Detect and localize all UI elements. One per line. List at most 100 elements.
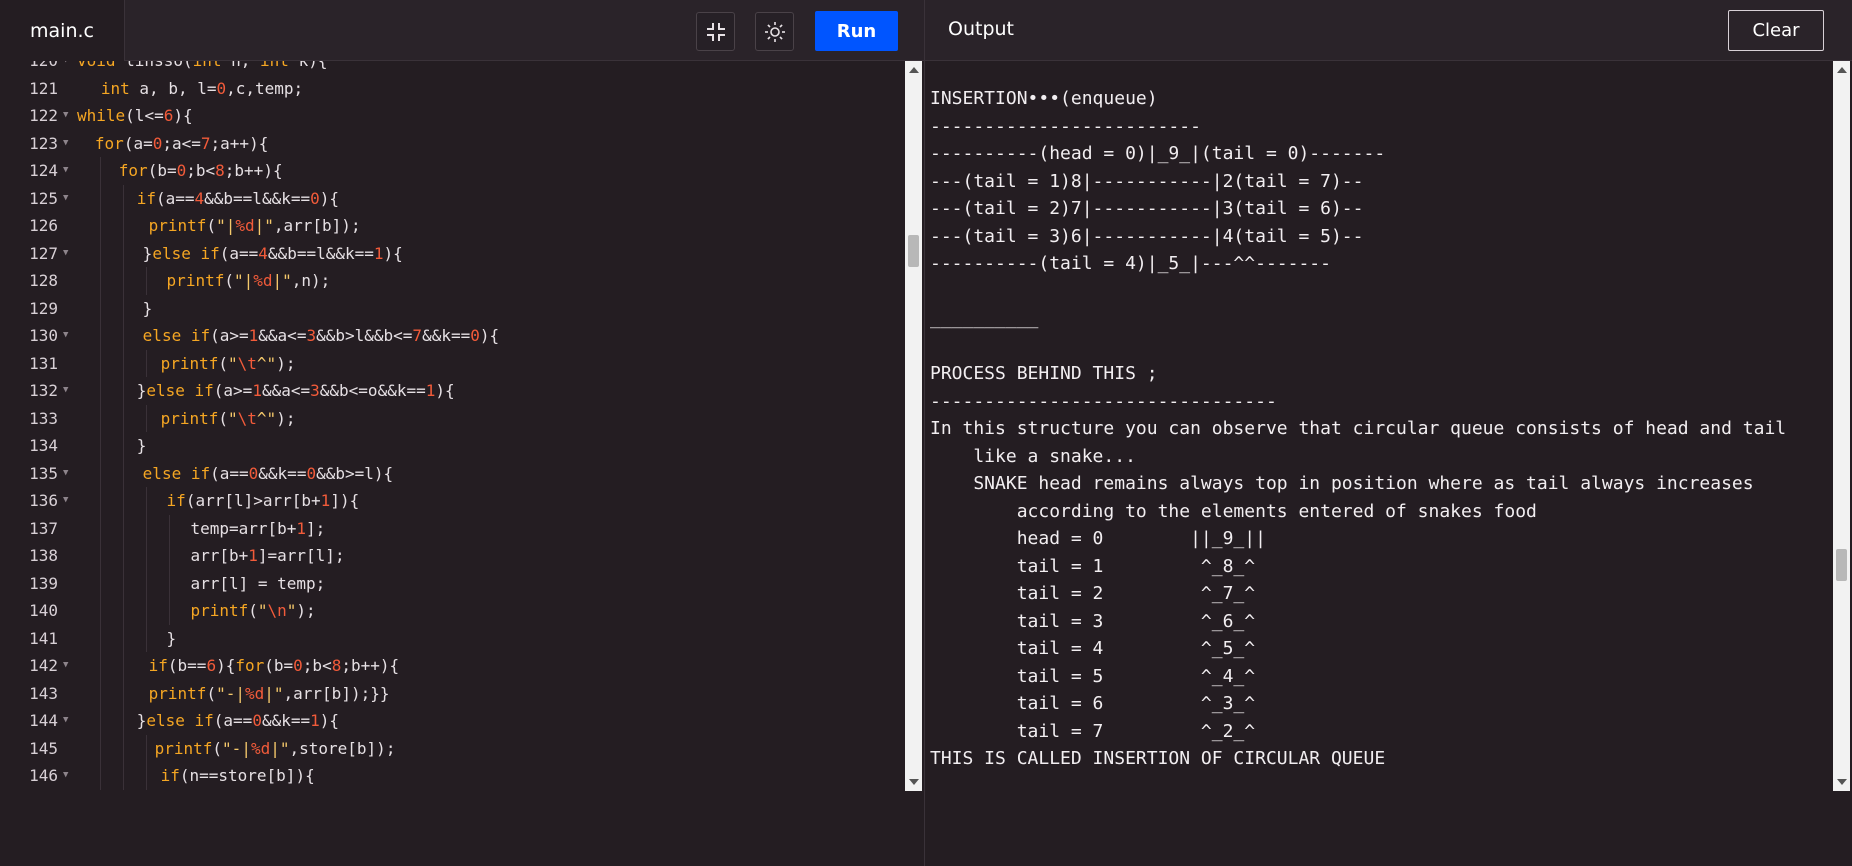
line-number: 136 (29, 491, 58, 510)
output-line: INSERTION•••(enqueue) (930, 88, 1158, 109)
line-number: 137 (29, 518, 58, 538)
indent-guide (146, 404, 148, 432)
output-scrollbar-thumb[interactable] (1836, 549, 1847, 581)
indent-guide (123, 267, 125, 295)
code-text: int a, b, l=0,c,temp; (100, 78, 304, 98)
indent-guide (100, 459, 102, 487)
code-line: 130 ▼ else if(a>=1&&a<=3&&b>l&&b<=7&&k==0)… (0, 322, 904, 350)
fold-arrow-icon[interactable]: ▼ (63, 460, 68, 488)
code-text: printf("|%d|",n); (166, 271, 331, 290)
code-text: printf("\t^"); (160, 408, 296, 428)
scroll-up-arrow-icon[interactable] (1837, 67, 1847, 73)
output-scrollbar[interactable] (1833, 61, 1850, 791)
indent-guide (100, 707, 102, 735)
scroll-down-arrow-icon[interactable] (1837, 779, 1847, 785)
indent-guide (123, 322, 125, 350)
editor-scrollbar[interactable] (905, 61, 922, 791)
code-text: printf("\n"); (190, 601, 316, 620)
output-pane: Output Clear INSERTION•••(enqueue) ------… (924, 0, 1852, 866)
editor-scrollbar-thumb[interactable] (908, 235, 919, 267)
code-text: else if(a>=1&&a<=3&&b>l&&b<=7&&k==0){ (142, 326, 500, 345)
file-tab[interactable]: main.c (0, 0, 125, 61)
fold-arrow-icon[interactable]: ▼ (63, 130, 68, 158)
output-line: ---(tail = 2)7|-----------|3(tail = 6)-- (930, 198, 1364, 219)
theme-toggle-button[interactable] (755, 12, 794, 51)
code-line: 132 ▼}else if(a>=1&&a<=3&&b<=o&&k==1){ (0, 377, 904, 405)
collapse-icon (706, 22, 725, 41)
code-text: if(b==6){for(b=0;b<8;b++){ (148, 656, 400, 675)
fold-arrow-icon[interactable]: ▼ (63, 707, 68, 735)
code-line: 123 ▼ for(a=0;a<=7;a++){ (0, 130, 904, 158)
indent-guide (123, 624, 125, 652)
collapse-button[interactable] (696, 12, 735, 51)
indent-guide (123, 679, 125, 707)
scroll-down-arrow-icon[interactable] (909, 779, 919, 785)
code-text: if(n==store[b]){ (160, 766, 315, 785)
indent-guide (169, 597, 171, 625)
line-number: 133 (29, 408, 58, 428)
indent-guide (169, 569, 171, 597)
output-line: like a snake... (930, 445, 1136, 467)
line-number: 142 (29, 656, 58, 675)
indent-guide (169, 542, 171, 570)
indent-guide (100, 184, 102, 212)
fold-arrow-icon[interactable]: ▼ (63, 157, 68, 185)
indent-guide (100, 652, 102, 680)
fold-arrow-icon[interactable]: ▼ (63, 652, 68, 680)
scroll-up-arrow-icon[interactable] (909, 67, 919, 73)
indent-guide (146, 349, 148, 377)
indent-guide (100, 734, 102, 762)
line-number: 139 (29, 573, 58, 593)
output-line: tail = 3 ^_6_^ (930, 610, 1256, 632)
code-text: arr[l] = temp; (190, 573, 326, 593)
code-line: 133 printf("\t^"); (0, 404, 904, 432)
indent-guide (123, 294, 125, 322)
code-line: 138 arr[b+1]=arr[l]; (0, 542, 904, 570)
output-line: head = 0 ||_9_|| (930, 528, 1266, 549)
indent-guide (146, 514, 148, 542)
line-number: 123 (29, 133, 58, 153)
code-line: 135 ▼ else if(a==0&&k==0&&b>=l){ (0, 459, 904, 488)
indent-guide (100, 377, 102, 405)
line-number: 131 (29, 353, 58, 373)
code-lines: 120 ▼ void linsso(int n, int k){121 int a, … (0, 61, 904, 790)
indent-guide (100, 432, 102, 460)
line-number: 124 (29, 161, 58, 180)
code-text: for(b=0;b<8;b++){ (118, 161, 283, 180)
fold-arrow-icon[interactable]: ▼ (63, 487, 68, 515)
output-line: ---(tail = 3)6|-----------|4(tail = 5)-- (930, 225, 1364, 247)
output-console: INSERTION•••(enqueue) -------------------… (930, 85, 1830, 790)
indent-guide (100, 322, 102, 350)
code-line: 121 int a, b, l=0,c,temp; (0, 75, 904, 103)
indent-guide (100, 157, 102, 185)
code-line: 124 ▼ for(b=0;b<8;b++){ (0, 157, 904, 185)
code-line: 136 ▼ if(arr[l]>arr[b+1]){ (0, 487, 904, 515)
indent-guide (123, 569, 125, 597)
code-editor[interactable]: 120 ▼ void linsso(int n, int k){121 int a, … (0, 61, 904, 791)
fold-arrow-icon[interactable]: ▼ (63, 61, 68, 75)
output-line: In this structure you can observe that c… (930, 418, 1787, 439)
indent-guide (123, 707, 125, 735)
output-line: tail = 6 ^_3_^ (930, 693, 1256, 714)
output-line: tail = 5 ^_4_^ (930, 665, 1256, 687)
fold-arrow-icon[interactable]: ▼ (63, 240, 68, 268)
fold-arrow-icon[interactable]: ▼ (63, 377, 68, 405)
indent-guide (146, 624, 148, 652)
code-text: temp=arr[b+1]; (190, 518, 326, 538)
line-number: 120 (0, 61, 58, 75)
output-line: __________ (930, 308, 1039, 329)
indent-guide (100, 624, 102, 652)
clear-button[interactable]: Clear (1728, 10, 1824, 51)
fold-arrow-icon[interactable]: ▼ (63, 185, 68, 213)
run-button[interactable]: Run (815, 11, 898, 51)
indent-guide (100, 514, 102, 542)
fold-arrow-icon[interactable]: ▼ (63, 322, 68, 350)
output-line: tail = 7 ^_2_^ (930, 720, 1256, 742)
output-line: tail = 4 ^_5_^ (930, 638, 1256, 659)
output-title: Output (948, 18, 1014, 40)
code-line: 128 printf("|%d|",n); (0, 267, 904, 295)
output-line: SNAKE head remains always top in positio… (930, 473, 1754, 494)
fold-arrow-icon[interactable]: ▼ (63, 102, 68, 130)
fold-arrow-icon[interactable]: ▼ (63, 762, 68, 790)
